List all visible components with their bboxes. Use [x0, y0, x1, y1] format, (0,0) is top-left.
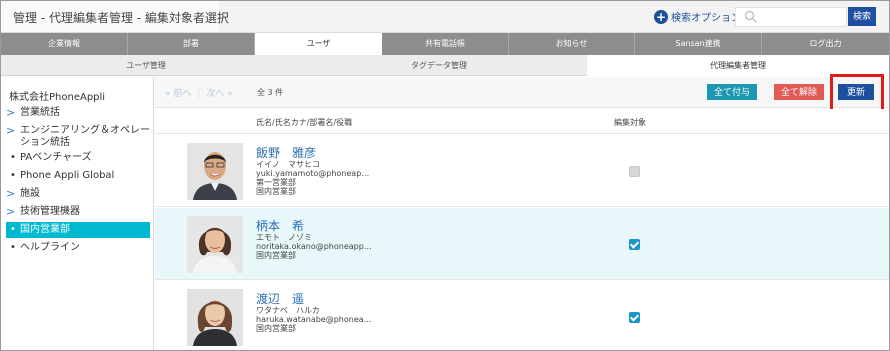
main-content: « 前へ | 次へ » 全 3 件 全て付与 全て解除 更新 氏名/氏名カナ/部署名… [155, 74, 889, 350]
person-name[interactable]: 柄本 希 [256, 217, 304, 234]
pager: « 前へ | 次へ » [165, 89, 233, 99]
breadcrumb: 管理 - 代理編集者管理 - 編集対象者選択 [1, 1, 229, 32]
search-icon [744, 10, 758, 24]
toolbar: « 前へ | 次へ » 全 3 件 全て付与 全て解除 更新 [155, 74, 889, 113]
header-bar: 管理 - 代理編集者管理 - 編集対象者選択 + 検索オプション 検索 [1, 1, 889, 33]
table-row: 飯野 雅彦 イイノ マサヒコ yuki.yamamoto@phoneap… 第一… [155, 135, 889, 207]
tab-notices[interactable]: お知らせ [509, 33, 635, 55]
prev-page-link[interactable]: « 前へ [165, 89, 191, 99]
avatar [187, 289, 243, 346]
person-name[interactable]: 渡辺 遥 [256, 290, 304, 307]
person-dept: 国内営業部 [256, 324, 296, 333]
chevron-right-icon: > [6, 187, 16, 200]
tab-log-export[interactable]: ログ出力 [762, 33, 889, 55]
plus-circle-icon: + [654, 9, 668, 24]
table-header: 氏名/氏名カナ/部署名/役職 編集対象 [155, 109, 889, 134]
next-page-link[interactable]: 次へ » [206, 89, 232, 99]
edit-target-checkbox[interactable] [629, 239, 640, 250]
column-edit-target: 編集対象 [614, 118, 646, 127]
person-dept: 国内営業部 [256, 251, 296, 260]
update-button[interactable]: 更新 [838, 84, 874, 100]
search-option-label: 検索オプション [671, 13, 741, 24]
search-button[interactable]: 検索 [848, 7, 876, 26]
avatar [187, 216, 243, 273]
bullet-icon: • [10, 224, 16, 235]
sidebar-item-helpline[interactable]: • ヘルプライン [6, 242, 150, 254]
tab-department[interactable]: 部署 [128, 33, 255, 55]
search-option-link[interactable]: + 検索オプション [654, 9, 741, 24]
result-count: 全 3 件 [257, 88, 284, 97]
tab-sansan[interactable]: Sansan連携 [635, 33, 762, 55]
subtab-user-management[interactable]: ユーザ管理 [1, 55, 291, 76]
sidebar-item-facilities[interactable]: > 施設 [6, 188, 150, 200]
sidebar-item-sales[interactable]: > 営業統括 [6, 107, 150, 119]
sidebar-item-pa-ventures[interactable]: • PAベンチャーズ [6, 152, 150, 164]
bullet-icon: • [10, 170, 16, 181]
clear-all-button[interactable]: 全て解除 [774, 84, 824, 100]
grant-all-button[interactable]: 全て付与 [707, 84, 757, 100]
bullet-icon: • [10, 242, 16, 253]
sidebar-item-domestic-sales[interactable]: • 国内営業部 [6, 222, 150, 238]
tab-user[interactable]: ユーザ [255, 33, 382, 55]
avatar [187, 143, 243, 200]
chevron-right-icon: > [6, 106, 16, 119]
app-frame: 管理 - 代理編集者管理 - 編集対象者選択 + 検索オプション 検索 企業情報… [0, 0, 890, 351]
column-name: 氏名/氏名カナ/部署名/役職 [256, 118, 353, 127]
person-name[interactable]: 飯野 雅彦 [256, 144, 316, 161]
breadcrumb-text: 管理 - 代理編集者管理 - 編集対象者選択 [13, 11, 229, 25]
edit-target-checkbox[interactable] [629, 166, 640, 177]
bullet-icon: • [10, 152, 16, 163]
edit-target-checkbox[interactable] [629, 312, 640, 323]
sidebar-item-engineering[interactable]: > エンジニアリング＆オペレー ション統括 [6, 125, 150, 149]
sidebar: 株式会社PhoneAppli > 営業統括 > エンジニアリング＆オペレー ション… [1, 77, 154, 350]
table-row: 渡辺 遥 ワタナベ ハルカ haruka.watanabe@phonea… 国内… [155, 281, 889, 350]
sidebar-company[interactable]: 株式会社PhoneAppli [9, 88, 105, 103]
chevron-right-icon: > [6, 205, 16, 218]
search-input[interactable] [735, 7, 847, 27]
person-dept-parent: 国内営業部 [256, 187, 296, 196]
sidebar-item-global[interactable]: • Phone Appli Global [6, 170, 150, 182]
table-row: 柄本 希 エモト ノゾミ noritaka.okano@phoneapp… 国内… [155, 208, 889, 280]
main-tabs: 企業情報 部署 ユーザ 共有電話帳 お知らせ Sansan連携 ログ出力 [1, 33, 889, 55]
subtab-proxy-editor[interactable]: 代理編集者管理 [587, 55, 889, 76]
tab-company-info[interactable]: 企業情報 [1, 33, 128, 55]
sub-tabs: ユーザ管理 タグデータ管理 代理編集者管理 [1, 55, 889, 76]
tab-shared-phonebook[interactable]: 共有電話帳 [382, 33, 509, 55]
sidebar-item-tech-equipment[interactable]: > 技術管理機器 [6, 206, 150, 218]
chevron-right-icon: > [6, 124, 16, 137]
subtab-tag-data[interactable]: タグデータ管理 [291, 55, 587, 76]
